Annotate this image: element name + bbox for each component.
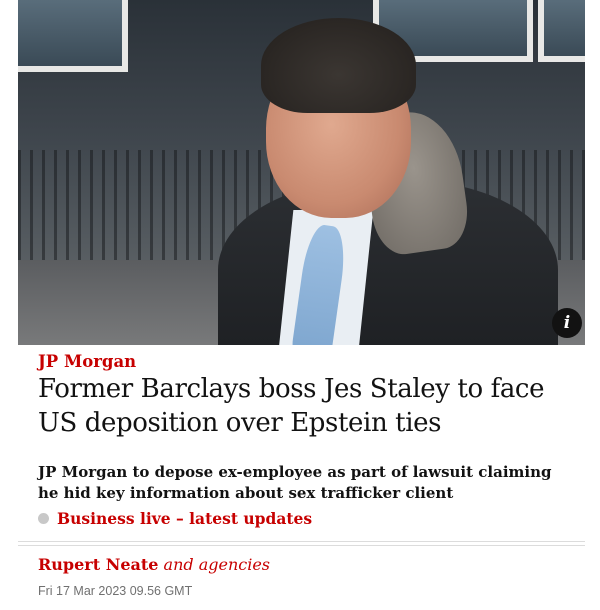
article-page: i JP Morgan Former Barclays boss Jes Sta…: [0, 0, 600, 610]
live-updates-label: Business live – latest updates: [57, 509, 313, 528]
live-updates-link[interactable]: Business live – latest updates: [38, 509, 312, 528]
byline: Rupert Neate and agencies: [38, 555, 270, 574]
person-hair: [261, 18, 416, 113]
live-dot-icon: [38, 513, 49, 524]
background-window: [538, 0, 585, 62]
section-kicker[interactable]: JP Morgan: [38, 352, 136, 371]
agencies-label: and agencies: [163, 555, 271, 574]
author-link[interactable]: Rupert Neate: [38, 555, 158, 574]
background-window: [18, 0, 128, 72]
standfirst: JP Morgan to depose ex-employee as part …: [38, 463, 552, 502]
headline: Former Barclays boss Jes Staley to face …: [38, 374, 545, 438]
divider: [18, 541, 585, 546]
publish-date: Fri 17 Mar 2023 09.56 GMT: [38, 584, 193, 598]
info-icon[interactable]: i: [552, 308, 582, 338]
hero-image: [18, 0, 585, 345]
